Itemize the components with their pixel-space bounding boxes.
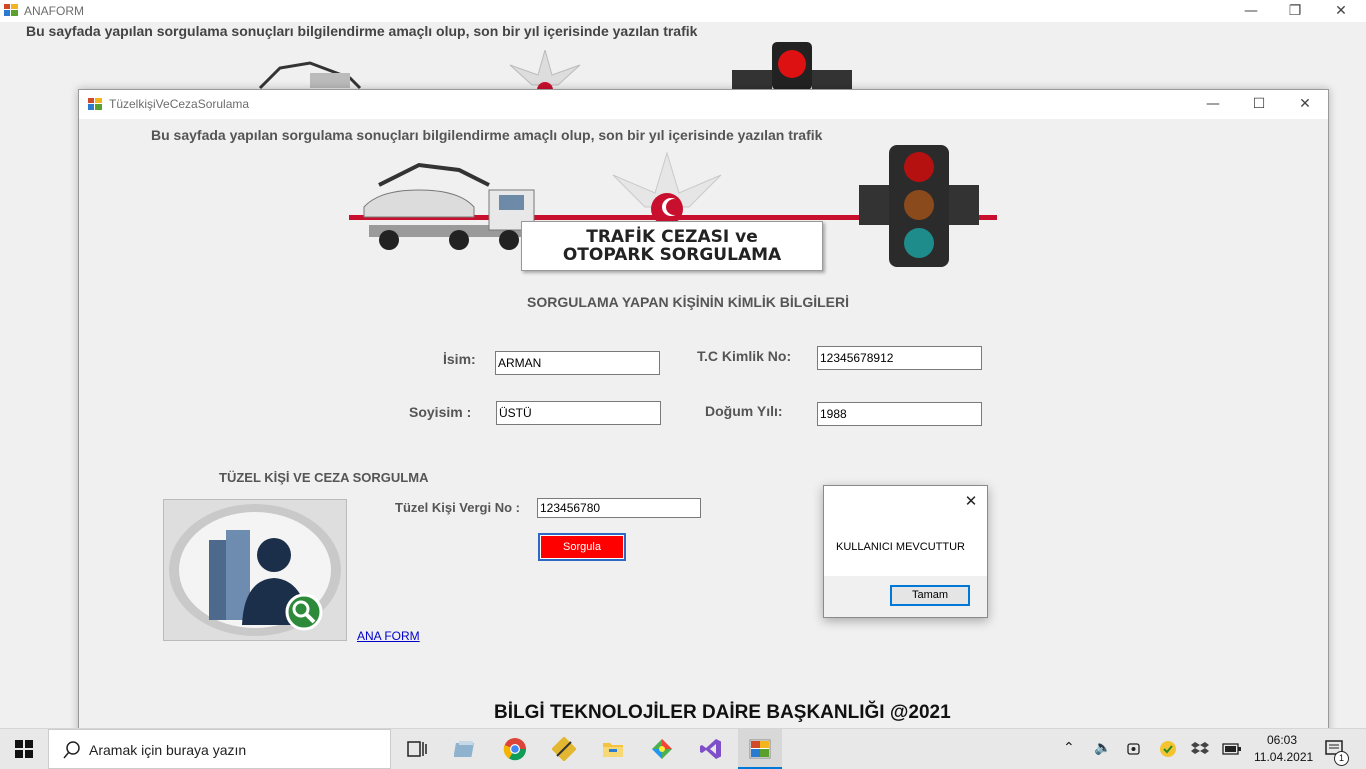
security-shield-icon[interactable] bbox=[1159, 740, 1177, 758]
window-app-icon bbox=[88, 98, 102, 110]
background-close-button[interactable]: ✕ bbox=[1327, 0, 1355, 22]
search-icon bbox=[63, 741, 80, 759]
winforms-app-icon bbox=[749, 739, 771, 759]
clock-date[interactable]: 11.04.2021 bbox=[1254, 750, 1313, 764]
file-explorer-icon[interactable] bbox=[601, 737, 625, 761]
active-app-highlight[interactable] bbox=[738, 729, 782, 769]
traffic-banner-image: TRAFİK CEZASI ve OTOPARK SORGULAMA bbox=[349, 145, 997, 273]
tuzel-section-title: TÜZEL KİŞİ VE CEZA SORGULMA bbox=[219, 470, 429, 485]
dogum-yili-input[interactable] bbox=[817, 402, 982, 426]
banner-line1: TRAFİK CEZASI ve bbox=[586, 227, 758, 247]
taskbar: Aramak için buraya yazın ⌃ 🔈 06:03 11.04… bbox=[0, 728, 1366, 769]
meet-now-icon[interactable] bbox=[1127, 741, 1143, 757]
chevron-up-icon[interactable]: ⌃ bbox=[1063, 740, 1075, 756]
taskbar-search-box[interactable]: Aramak için buraya yazın bbox=[48, 729, 391, 769]
business-person-image bbox=[163, 499, 347, 641]
app-icon bbox=[4, 4, 18, 16]
isim-label: İsim: bbox=[443, 351, 476, 367]
banner-line2: OTOPARK SORGULAMA bbox=[562, 245, 782, 265]
soyisim-input[interactable] bbox=[496, 401, 661, 425]
business-search-icon bbox=[169, 504, 341, 636]
chrome-icon[interactable] bbox=[503, 737, 527, 761]
footer-text: BİLGİ TEKNOLOJİLER DAİRE BAŞKANLIĞI @202… bbox=[494, 702, 951, 723]
dropbox-icon[interactable] bbox=[1191, 741, 1209, 757]
sorgula-button[interactable]: Sorgula bbox=[538, 533, 626, 561]
maximize-button[interactable]: ☐ bbox=[1245, 93, 1273, 115]
tuzel-kisi-window: TüzelkişiVeCezaSorulama — ☐ ✕ Bu sayfada… bbox=[78, 89, 1329, 751]
background-tow-truck-image bbox=[258, 61, 362, 90]
tow-truck-icon bbox=[363, 162, 535, 250]
message-dialog: ✕ KULLANICI MEVCUTTUR Tamam bbox=[823, 485, 988, 618]
ana-form-link[interactable]: ANA FORM bbox=[357, 629, 420, 643]
window-title: TüzelkişiVeCezaSorulama bbox=[109, 97, 250, 111]
vergi-no-input[interactable] bbox=[537, 498, 701, 518]
background-traffic-light-image bbox=[732, 42, 852, 90]
visual-studio-icon[interactable] bbox=[699, 737, 723, 761]
sorgula-button-label: Sorgula bbox=[541, 536, 623, 558]
dialog-close-button[interactable]: ✕ bbox=[959, 490, 983, 512]
police-badge-icon bbox=[612, 151, 722, 225]
tools-icon[interactable] bbox=[552, 737, 576, 761]
background-minimize-button[interactable]: — bbox=[1237, 0, 1265, 22]
background-info-text: Bu sayfada yapılan sorgulama sonuçları b… bbox=[26, 23, 698, 39]
colorful-app-icon[interactable] bbox=[650, 737, 674, 761]
taskbar-search-placeholder: Aramak için buraya yazın bbox=[89, 742, 247, 758]
background-window-titlebar[interactable] bbox=[0, 0, 1366, 22]
clock-time[interactable]: 06:03 bbox=[1267, 733, 1297, 747]
vergi-no-label: Tüzel Kişi Vergi No : bbox=[395, 500, 520, 515]
windows-start-icon[interactable] bbox=[15, 740, 33, 758]
close-button[interactable]: ✕ bbox=[1291, 93, 1319, 115]
traffic-light-icon bbox=[859, 145, 979, 267]
minimize-button[interactable]: — bbox=[1199, 93, 1227, 115]
info-text: Bu sayfada yapılan sorgulama sonuçları b… bbox=[151, 127, 823, 143]
notification-count-badge: 1 bbox=[1334, 751, 1349, 766]
sql-management-icon[interactable] bbox=[454, 737, 478, 761]
background-window-title: ANAFORM bbox=[24, 4, 84, 18]
soyisim-label: Soyisim : bbox=[409, 404, 472, 420]
background-restore-button[interactable]: ❐ bbox=[1281, 0, 1309, 22]
dialog-footer: Tamam bbox=[824, 576, 987, 617]
background-police-badge-image bbox=[509, 50, 581, 90]
battery-icon[interactable] bbox=[1222, 742, 1242, 756]
volume-icon[interactable]: 🔈 bbox=[1094, 740, 1111, 756]
identity-section-title: SORGULAMA YAPAN KİŞİNİN KİMLİK BİLGİLERİ bbox=[527, 294, 850, 310]
isim-input[interactable] bbox=[495, 351, 660, 375]
banner-title-box: TRAFİK CEZASI ve OTOPARK SORGULAMA bbox=[521, 221, 823, 271]
dialog-message: KULLANICI MEVCUTTUR bbox=[836, 541, 965, 553]
dogum-yili-label: Doğum Yılı: bbox=[705, 403, 783, 419]
tc-kimlik-input[interactable] bbox=[817, 346, 982, 370]
window-titlebar[interactable] bbox=[79, 90, 1328, 119]
task-view-icon[interactable] bbox=[405, 737, 429, 761]
dialog-ok-button[interactable]: Tamam bbox=[890, 585, 970, 606]
tc-label: T.C Kimlik No: bbox=[697, 348, 792, 364]
